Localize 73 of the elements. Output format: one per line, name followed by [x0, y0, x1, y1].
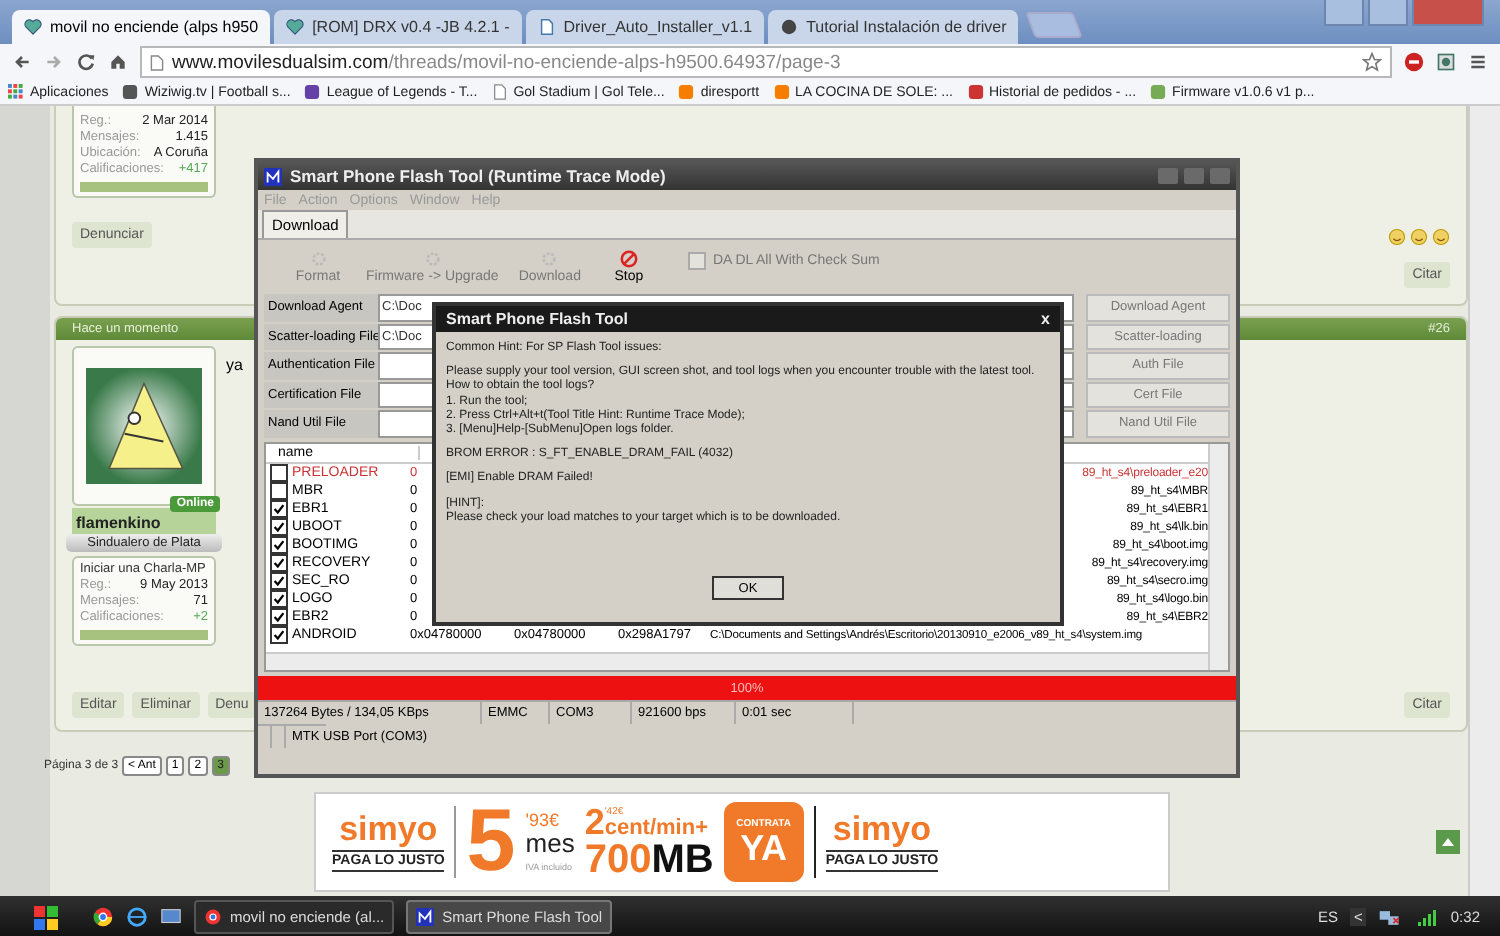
gear-icon — [540, 250, 559, 268]
page-icon — [150, 53, 164, 71]
browser-tab[interactable]: [ROM] DRX v0.4 -JB 4.2.1 - — [274, 10, 522, 44]
browser-tab[interactable]: Driver_Auto_Installer_v1.1 — [525, 10, 765, 44]
partition-checkbox[interactable] — [270, 518, 288, 536]
rating-bar — [80, 630, 208, 640]
extension-icon[interactable] — [1436, 52, 1456, 72]
rating-bar — [80, 182, 208, 192]
grid-icon — [8, 84, 24, 100]
price-cents: '93€ — [525, 811, 561, 830]
app-icon — [416, 908, 435, 926]
partition-checkbox[interactable] — [270, 554, 288, 572]
app-icon — [264, 167, 282, 185]
network-icon[interactable] — [1378, 907, 1403, 927]
data-unit: MB — [651, 840, 714, 880]
vertical-scrollbar[interactable] — [1208, 444, 1228, 670]
brand-logo: simyo — [832, 812, 932, 846]
stop-sign-icon — [619, 250, 638, 268]
heart-icon — [286, 18, 305, 36]
price-unit: mes — [525, 829, 575, 856]
stop-sign-icon[interactable] — [1404, 52, 1424, 72]
url-text: www.movilesdualsim.com/threads/movil-no-enciende-alps-h9500.64937/page-3 — [172, 51, 841, 73]
gear-icon — [423, 250, 442, 268]
call-price: 2 — [584, 804, 605, 840]
call-unit: cent/min+ — [604, 818, 708, 840]
reaction-icon[interactable] — [1432, 228, 1451, 246]
partition-checkbox[interactable] — [270, 608, 288, 626]
avatar-drawing — [86, 362, 202, 490]
menu-icon[interactable] — [1468, 52, 1488, 72]
square-icon — [122, 84, 139, 100]
partition-checkbox[interactable] — [270, 572, 288, 590]
browser-tab[interactable]: Tutorial Instalación de driver — [768, 10, 1019, 44]
reaction-icon[interactable] — [1388, 228, 1407, 246]
scroll-to-top-button[interactable] — [1436, 830, 1460, 854]
signal-icon[interactable] — [1414, 907, 1439, 927]
dialog-title: Smart Phone Flash Tool — [446, 310, 628, 328]
checksum-checkbox[interactable] — [688, 252, 707, 270]
square-icon — [1150, 84, 1167, 100]
partition-checkbox[interactable] — [270, 536, 288, 554]
back-icon[interactable] — [12, 52, 32, 72]
desktop-icon[interactable] — [160, 906, 182, 928]
partition-checkbox[interactable] — [270, 590, 288, 608]
partition-checkbox[interactable] — [270, 482, 288, 500]
heart-icon — [24, 18, 42, 36]
gear-icon — [309, 250, 327, 268]
star-icon[interactable] — [1362, 52, 1382, 72]
square-icon — [773, 84, 790, 100]
globe-icon[interactable] — [126, 906, 148, 928]
browser-icon[interactable] — [92, 906, 114, 928]
partition-checkbox[interactable] — [270, 500, 288, 518]
browser-icon — [204, 908, 222, 926]
close-button[interactable]: x — [1041, 310, 1050, 328]
brand-logo: simyo — [339, 812, 438, 846]
square-icon — [304, 84, 321, 100]
document-icon — [537, 18, 556, 36]
reload-icon[interactable] — [76, 52, 96, 72]
price-number: 5 — [466, 798, 516, 886]
square-icon — [967, 84, 983, 100]
address-field[interactable]: www.movilesdualsim.com/threads/movil-no-enciende-alps-h9500.64937/page-3 — [140, 46, 1392, 78]
username[interactable]: flamenkino — [72, 508, 216, 534]
partition-checkbox[interactable] — [270, 464, 288, 482]
start-button[interactable] — [32, 903, 60, 931]
reaction-icon[interactable] — [1410, 228, 1429, 246]
post-text: ya — [226, 356, 243, 374]
circle-icon — [780, 18, 799, 36]
window-title: Smart Phone Flash Tool (Runtime Trace Mode) — [290, 166, 666, 186]
home-icon[interactable] — [108, 52, 128, 72]
horizontal-scrollbar[interactable] — [266, 652, 1208, 670]
partition-checkbox[interactable] — [270, 626, 288, 644]
browser-tab[interactable]: movil no enciende (alps h950 — [12, 10, 271, 44]
scrollbar[interactable] — [1468, 106, 1500, 896]
data-amount: 700 — [584, 840, 652, 880]
square-icon — [678, 84, 695, 100]
